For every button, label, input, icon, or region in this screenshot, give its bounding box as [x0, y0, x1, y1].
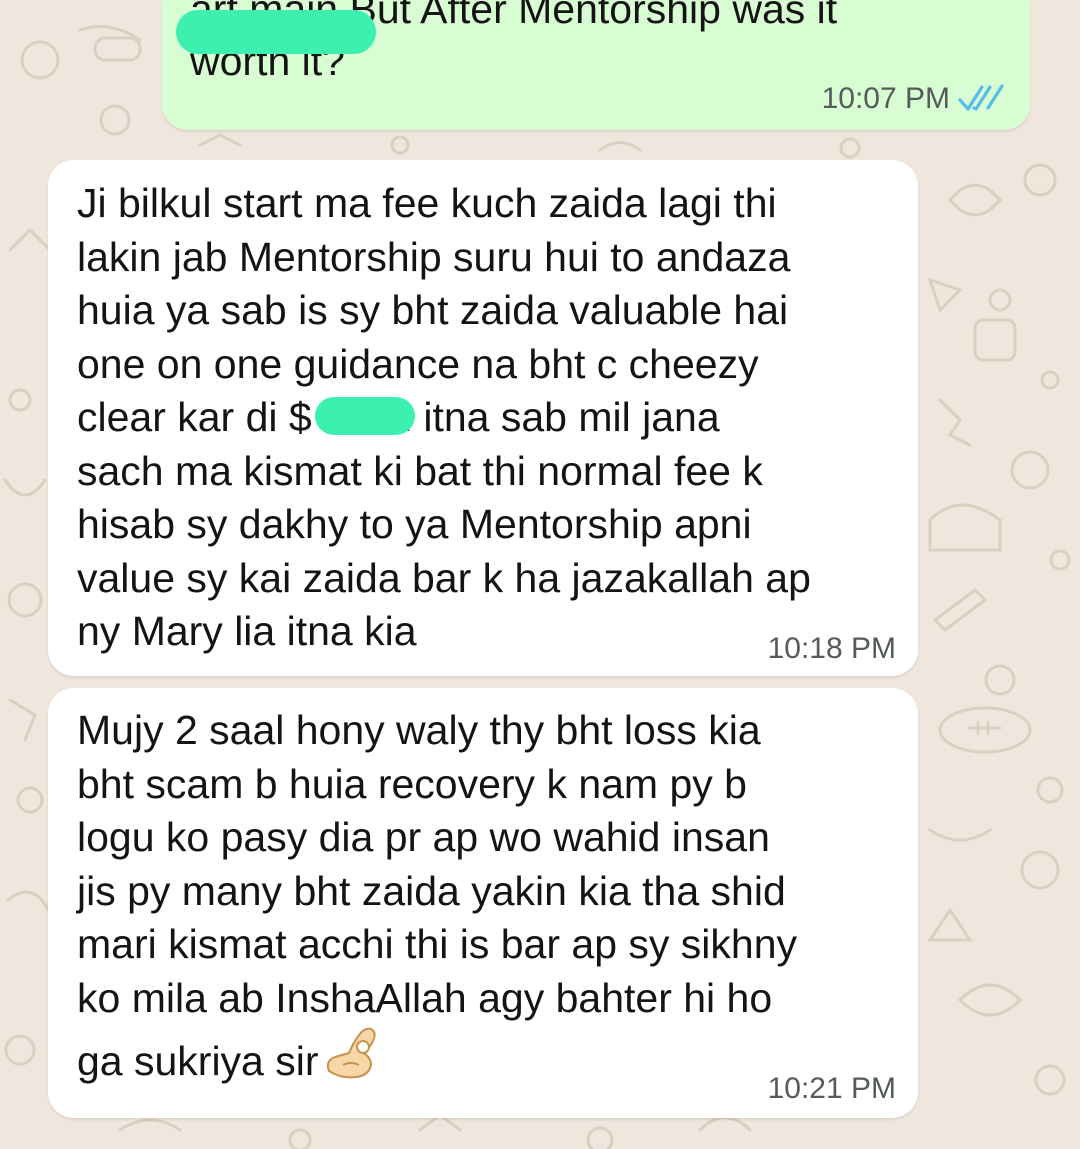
message-time: 10:07 PM	[821, 82, 950, 115]
message-time: 10:18 PM	[767, 632, 896, 665]
incoming-message-bubble[interactable]: Ji bilkul start ma fee kuch zaida lagi t…	[48, 160, 918, 676]
redaction-mark	[176, 10, 376, 54]
redaction-mark	[315, 397, 415, 435]
message-text: Mujy 2 saal hony waly thy bht loss kia b…	[77, 707, 798, 1084]
message-text: Ji bilkul start ma fee kuch zaida lagi t…	[77, 180, 811, 654]
message-time: 10:21 PM	[767, 1072, 896, 1105]
double-check-read-icon	[958, 84, 1004, 111]
ok-hand-emoji	[326, 1027, 376, 1079]
incoming-message-bubble[interactable]: Mujy 2 saal hony waly thy bht loss kia b…	[48, 688, 918, 1118]
